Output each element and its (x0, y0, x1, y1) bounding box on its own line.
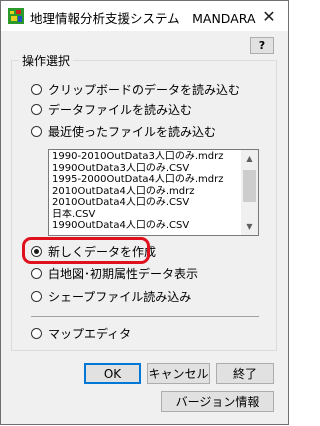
ok-button[interactable]: OK (84, 363, 141, 384)
group-label: 操作選択 (19, 52, 74, 69)
scroll-down-icon[interactable]: ▼ (241, 218, 258, 235)
radio-label: クリップボードのデータを読み込む (48, 82, 241, 97)
radio-recent-file[interactable]: 最近使ったファイルを読み込む (31, 122, 216, 140)
list-item[interactable]: 2010OutData4人口のみ.mdrz (52, 186, 240, 198)
recent-files-items: 1990-2010OutData3人口のみ.mdrz 1990OutData3人… (52, 151, 240, 232)
radio-map-editor[interactable]: マップエディタ (31, 324, 131, 342)
list-item[interactable]: 2010OutData4人口のみ.CSV (52, 197, 240, 209)
cancel-button[interactable]: キャンセル (147, 363, 210, 384)
window-title: 地理情報分析支援システム MANDARA (30, 11, 256, 26)
mandara-dialog: 地理情報分析支援システム MANDARA ✕ ? 操作選択 クリップボードのデー… (0, 0, 289, 425)
radio-blank-map[interactable]: 白地図･初期属性データ表示 (31, 264, 198, 282)
radio-label: 白地図･初期属性データ表示 (48, 266, 199, 281)
radio-label: 最近使ったファイルを読み込む (48, 124, 217, 139)
close-icon: ✕ (262, 6, 276, 26)
mandara-app-icon (8, 8, 24, 24)
radio-shapefile[interactable]: シェープファイル読み込み (31, 287, 191, 305)
radio-data-file[interactable]: データファイルを読み込む (31, 100, 192, 118)
list-item[interactable]: 1995-2000OutData4人口のみ.mdrz (52, 174, 240, 186)
list-item[interactable]: 1990OutData3人口のみ.CSV (52, 163, 240, 175)
radio-label: マップエディタ (48, 326, 132, 341)
red-highlight-annotation (22, 237, 150, 264)
scroll-thumb[interactable] (243, 170, 256, 202)
recent-files-list[interactable]: 1990-2010OutData3人口のみ.mdrz 1990OutData3人… (48, 149, 259, 236)
separator (31, 316, 259, 317)
radio-label: シェープファイル読み込み (48, 289, 192, 304)
radio-circle (31, 290, 42, 302)
radio-circle (31, 267, 42, 279)
radio-circle (31, 83, 42, 95)
radio-circle (31, 125, 42, 137)
exit-button[interactable]: 終了 (216, 363, 274, 384)
version-info-button[interactable]: バージョン情報 (161, 391, 274, 412)
radio-clipboard[interactable]: クリップボードのデータを読み込む (31, 80, 240, 98)
list-item[interactable]: 1990OutData4人口のみ.CSV (52, 220, 240, 232)
scroll-up-icon[interactable]: ▲ (241, 150, 258, 167)
radio-label: データファイルを読み込む (48, 102, 193, 117)
list-scrollbar[interactable]: ▲ ▼ (241, 150, 258, 235)
list-item[interactable]: 1990-2010OutData3人口のみ.mdrz (52, 151, 240, 163)
close-button[interactable]: ✕ (250, 1, 288, 31)
radio-circle (31, 103, 42, 115)
title-bar: 地理情報分析支援システム MANDARA ✕ (1, 1, 288, 31)
radio-circle (31, 327, 42, 339)
help-button[interactable]: ? (250, 37, 274, 54)
list-item[interactable]: 日本.CSV (52, 209, 240, 221)
